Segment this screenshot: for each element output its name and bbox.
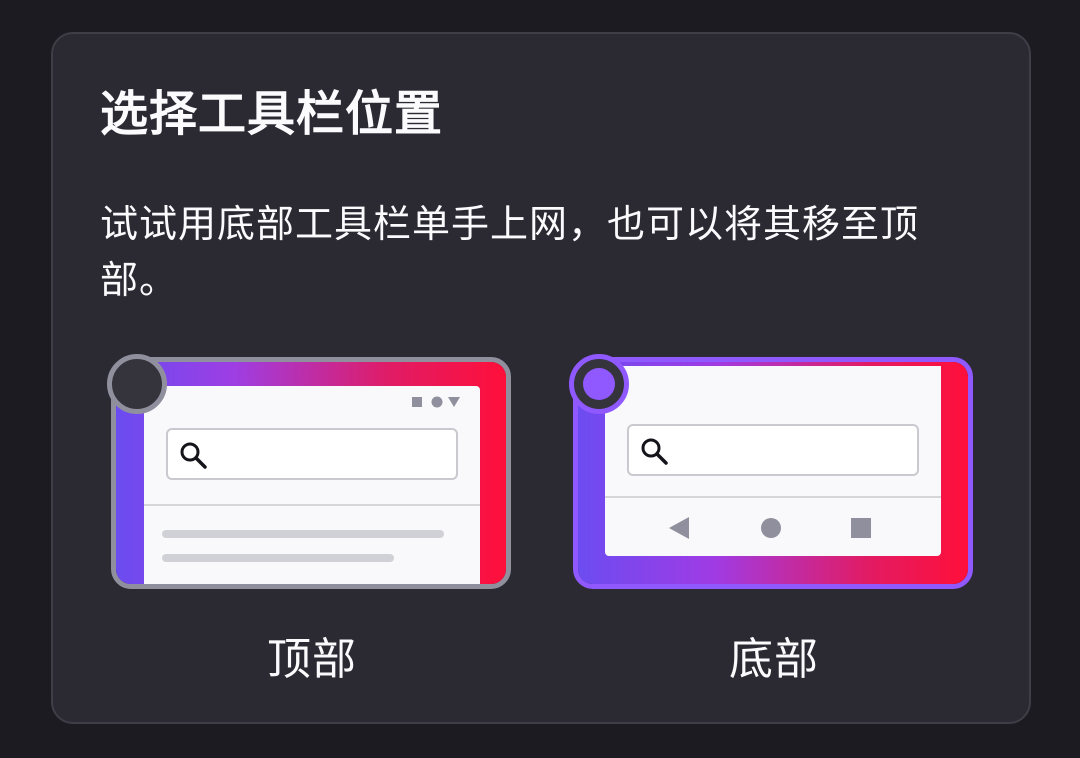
bottom-preview-frame — [573, 357, 973, 589]
recents-square-icon — [851, 518, 871, 538]
circle-icon — [431, 396, 443, 408]
bottom-preview-screen — [605, 366, 941, 556]
content-line — [162, 554, 394, 562]
toolbar-top-option[interactable]: 顶部 — [107, 354, 527, 686]
bottom-radio-button[interactable] — [569, 354, 629, 414]
square-icon — [412, 397, 422, 407]
radio-selected-dot — [583, 368, 615, 400]
top-preview-search-bar — [166, 428, 458, 480]
dialog-title: 选择工具栏位置 — [100, 86, 444, 142]
dialog-description: 试试用底部工具栏单手上网，也可以将其移至顶部。 — [100, 202, 920, 302]
top-preview-screen — [144, 386, 480, 584]
content-line — [162, 530, 444, 538]
nav-bar-icons — [669, 517, 871, 539]
top-option-label[interactable]: 顶部 — [107, 632, 517, 688]
top-radio-button[interactable] — [107, 354, 167, 414]
triangle-icon — [448, 397, 460, 407]
status-bar-icons — [412, 396, 460, 408]
top-preview-divider — [144, 504, 480, 506]
top-preview-frame — [111, 357, 511, 589]
bottom-option-label[interactable]: 底部 — [569, 632, 979, 688]
bottom-preview-search-bar — [627, 424, 919, 476]
bottom-preview-divider — [605, 496, 941, 498]
search-icon — [180, 442, 207, 469]
toolbar-bottom-option[interactable]: 底部 — [569, 354, 989, 686]
search-icon — [641, 438, 668, 465]
toolbar-position-dialog: 选择工具栏位置 试试用底部工具栏单手上网，也可以将其移至顶部。 顶部 底部 — [51, 32, 1031, 724]
home-circle-icon — [761, 518, 781, 538]
back-triangle-icon — [669, 517, 689, 539]
